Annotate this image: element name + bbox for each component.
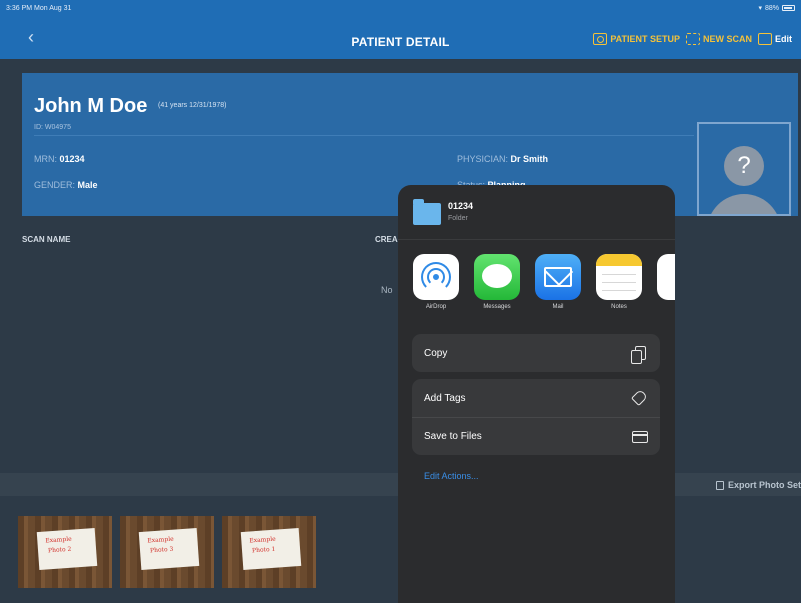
wifi-icon: ▾ — [758, 5, 762, 12]
edit-label: Edit — [775, 34, 792, 44]
ipad-screen: 3:36 PM Mon Aug 31 ▾ 88% ‹ PATIENT DETAI… — [0, 0, 801, 603]
photo-thumbnail[interactable]: Example Photo 2 — [18, 516, 112, 588]
avatar[interactable]: ? — [697, 122, 791, 216]
card-divider — [34, 135, 694, 136]
share-app-label: AirDrop — [425, 304, 447, 310]
folder-outline-icon — [632, 431, 648, 443]
share-app-airdrop[interactable]: AirDrop — [412, 254, 460, 310]
status-indicators: ▾ 88% — [758, 4, 795, 12]
share-app-label: Messages — [483, 304, 511, 310]
folder-icon — [413, 199, 441, 225]
share-item-title: 01234 — [448, 201, 474, 211]
share-app-mail[interactable]: Mail — [534, 254, 582, 310]
airdrop-icon — [413, 254, 459, 300]
physician-field: PHYSICIAN: Dr Smith — [457, 154, 548, 164]
share-icon — [715, 480, 724, 490]
patient-id: ID: W04975 — [34, 124, 71, 131]
edit-icon — [758, 33, 772, 45]
photo-note-line1: Example — [249, 535, 276, 545]
physician-value: Dr Smith — [510, 154, 549, 164]
copy-label: Copy — [424, 347, 448, 359]
mrn-field: MRN: 01234 — [34, 154, 85, 164]
export-photo-set-button[interactable]: Export Photo Set — [715, 480, 801, 490]
photo-note: Example Photo 3 — [138, 528, 200, 570]
photo-note-line2: Photo 1 — [251, 545, 276, 555]
share-app-label: R — [656, 304, 675, 310]
notes-icon — [596, 254, 642, 300]
scan-icon — [686, 33, 700, 45]
mrn-value: 01234 — [59, 154, 85, 164]
column-created[interactable]: CREA — [375, 235, 398, 244]
save-to-files-action[interactable]: Save to Files — [412, 417, 660, 455]
add-tags-label: Add Tags — [424, 392, 466, 404]
tag-icon — [631, 389, 648, 406]
new-scan-button[interactable]: NEW SCAN — [686, 33, 752, 45]
new-scan-label: NEW SCAN — [703, 34, 752, 44]
share-app-notes[interactable]: Notes — [595, 254, 643, 310]
photo-thumbnail[interactable]: Example Photo 1 — [222, 516, 316, 588]
empty-table-text: No — [381, 285, 393, 295]
photo-note: Example Photo 1 — [240, 528, 302, 570]
share-sheet: 01234 Folder AirDrop Messages Mail Notes… — [398, 185, 675, 603]
photo-note-line1: Example — [147, 535, 174, 545]
share-app-messages[interactable]: Messages — [473, 254, 521, 310]
photo-note: Example Photo 2 — [36, 528, 98, 570]
mail-icon — [535, 254, 581, 300]
mrn-label: MRN: — [34, 154, 57, 164]
patient-name: John M Doe — [34, 95, 148, 117]
save-to-files-label: Save to Files — [424, 431, 482, 442]
add-tags-action[interactable]: Add Tags — [412, 379, 660, 417]
physician-label: PHYSICIAN: — [457, 154, 509, 164]
share-action-group-copy: Copy — [412, 334, 660, 372]
share-app-label: Mail — [552, 304, 564, 310]
share-action-group-files: Add Tags Save to Files — [412, 379, 660, 455]
nav-actions: PATIENT SETUP NEW SCAN Edit — [593, 33, 792, 45]
export-photo-set-label: Export Photo Set — [727, 480, 801, 490]
status-time: 3:36 PM Mon Aug 31 — [6, 5, 72, 12]
column-scan-name[interactable]: SCAN NAME — [22, 235, 70, 244]
battery-icon — [782, 5, 795, 11]
edit-actions-link[interactable]: Edit Actions... — [424, 471, 479, 481]
photo-note-line2: Photo 2 — [47, 545, 72, 555]
share-app-row: AirDrop Messages Mail Notes R — [412, 254, 675, 318]
share-sheet-header: 01234 Folder — [398, 185, 675, 240]
copy-icon — [631, 346, 646, 364]
patient-setup-button[interactable]: PATIENT SETUP — [593, 33, 680, 45]
messages-icon — [474, 254, 520, 300]
photo-thumbnail[interactable]: Example Photo 3 — [120, 516, 214, 588]
photo-note-line1: Example — [45, 535, 72, 545]
share-app-label: Notes — [611, 304, 627, 310]
more-app-icon — [657, 254, 675, 300]
avatar-body — [707, 194, 781, 214]
gender-value: Male — [77, 180, 98, 190]
gender-label: GENDER: — [34, 180, 76, 190]
camera-icon — [593, 33, 608, 45]
navigation-bar: 3:36 PM Mon Aug 31 ▾ 88% ‹ PATIENT DETAI… — [0, 0, 801, 59]
avatar-placeholder-icon: ? — [724, 146, 764, 186]
share-item-subtitle: Folder — [448, 215, 468, 222]
copy-action[interactable]: Copy — [412, 334, 660, 372]
photo-note-line2: Photo 3 — [149, 545, 174, 555]
edit-button[interactable]: Edit — [758, 33, 792, 45]
gender-field: GENDER: Male — [34, 180, 98, 190]
battery-percent: 88% — [764, 4, 779, 12]
patient-setup-label: PATIENT SETUP — [610, 34, 680, 44]
share-app-more[interactable]: R — [656, 254, 675, 310]
patient-age: (41 years 12/31/1978) — [158, 102, 227, 109]
